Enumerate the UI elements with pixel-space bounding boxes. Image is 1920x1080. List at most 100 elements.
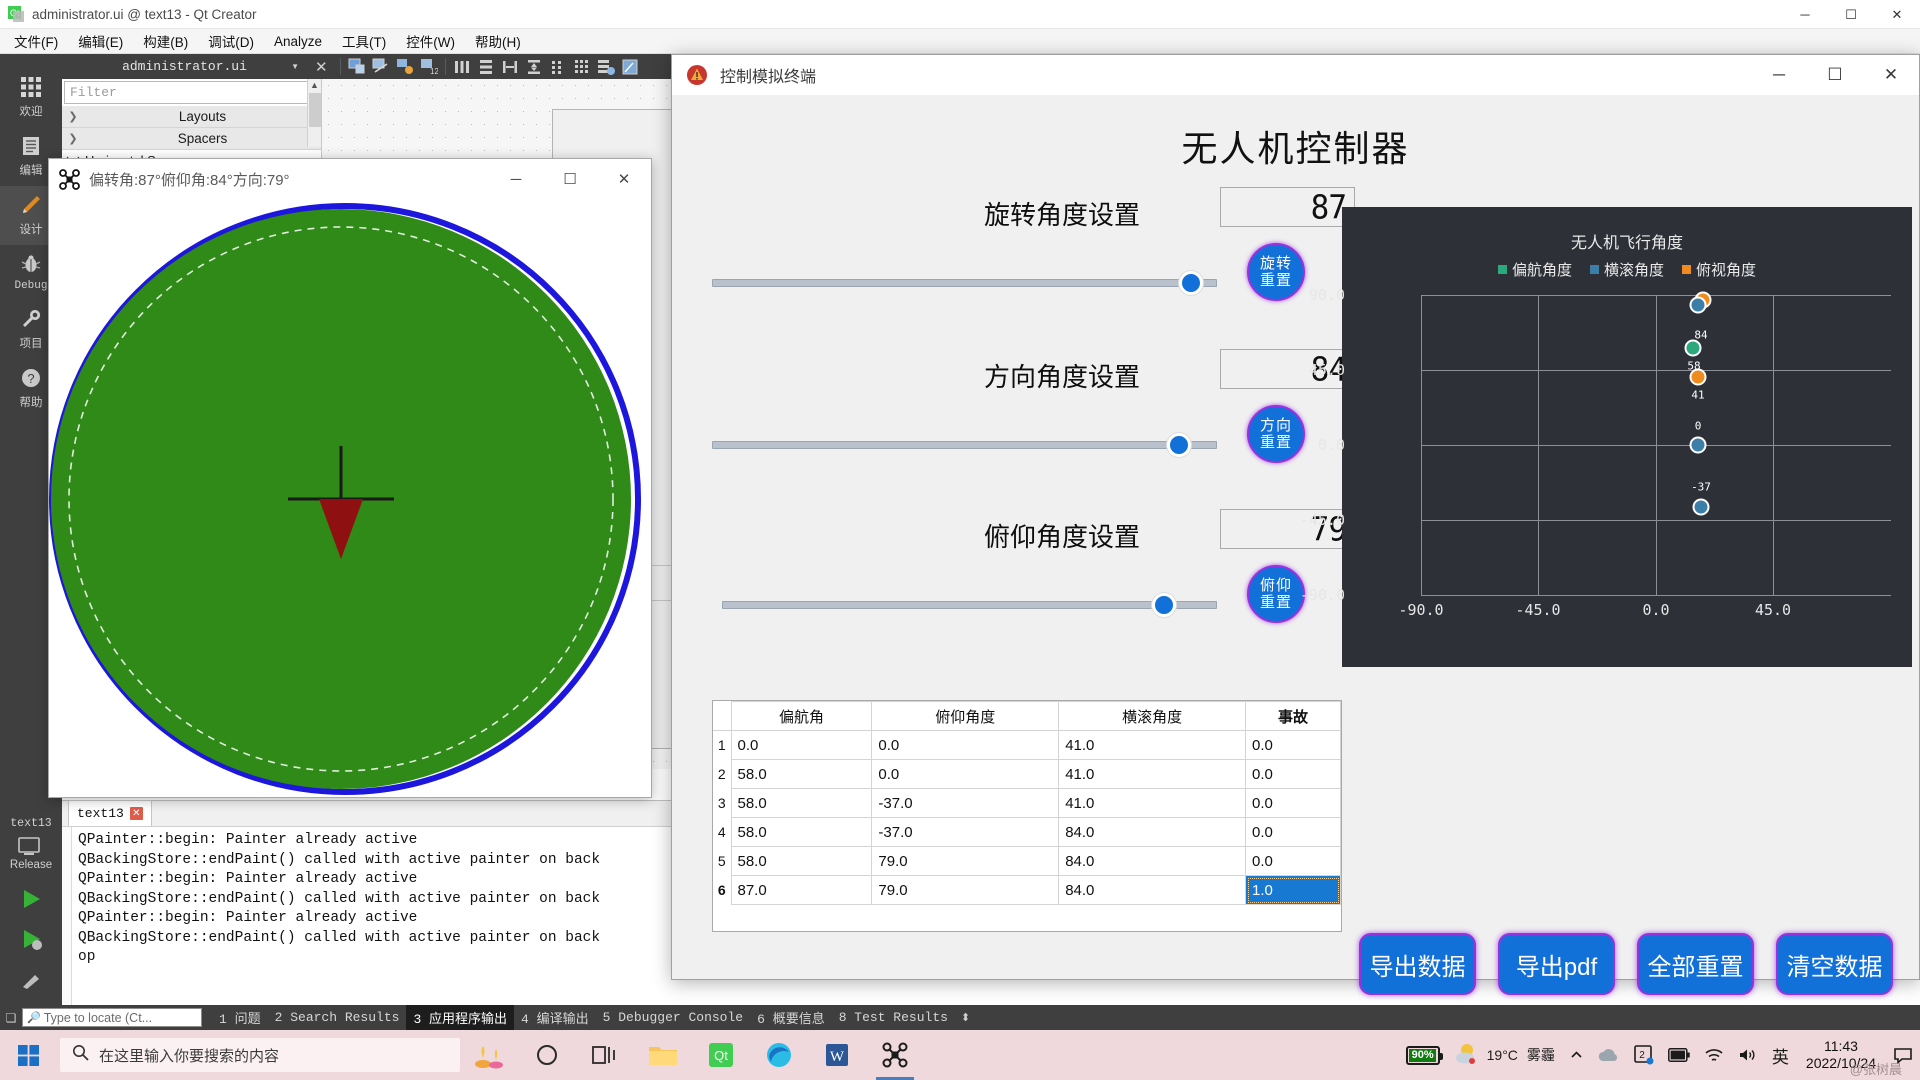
statusbar-item-summary[interactable]: 6 概要信息: [750, 1005, 832, 1030]
battery-indicator[interactable]: 90%: [1399, 1045, 1447, 1065]
data-point-roll-neg37[interactable]: [1692, 498, 1710, 516]
qt-minimize-button[interactable]: ─: [1782, 0, 1828, 29]
cell-accident-selected[interactable]: 1.0: [1245, 875, 1341, 905]
cell-pitch[interactable]: -37.0: [871, 817, 1060, 847]
menu-tools[interactable]: 工具(T): [332, 28, 396, 54]
build-button[interactable]: [0, 959, 62, 999]
menu-debug[interactable]: 调试(D): [198, 28, 264, 54]
debug-run-button[interactable]: [0, 919, 62, 959]
taskbar-app-diwali[interactable]: [460, 1030, 518, 1080]
onedrive-icon[interactable]: [1591, 1047, 1627, 1063]
taskbar-app-word[interactable]: W: [808, 1030, 866, 1080]
close-document-icon[interactable]: ✕: [307, 58, 336, 76]
locator-input[interactable]: 🔎 Type to locate (Ct...: [22, 1008, 202, 1027]
menu-build[interactable]: 构建(B): [133, 28, 198, 54]
legend-item-pitch[interactable]: 俯视角度: [1682, 259, 1756, 280]
legend-item-yaw[interactable]: 偏航角度: [1497, 259, 1572, 280]
statusbar-item-app-output[interactable]: 3 应用程序输出: [406, 1005, 515, 1030]
pitch-slider-handle[interactable]: [1152, 593, 1176, 617]
edit-buddies-icon[interactable]: [394, 56, 416, 78]
widget-box-scrollbar[interactable]: ▲: [307, 79, 321, 147]
run-project-label[interactable]: text13: [0, 814, 62, 833]
mode-welcome[interactable]: 欢迎: [0, 68, 62, 127]
cell-pitch[interactable]: 79.0: [871, 846, 1060, 876]
sidebar-toggle-icon[interactable]: ❏: [0, 1011, 22, 1025]
layout-splitter-v-icon[interactable]: [523, 56, 545, 78]
table-header-accident[interactable]: 事故: [1245, 701, 1341, 731]
taskbar-app-cortana[interactable]: [518, 1030, 576, 1080]
taskbar-app-drone[interactable]: [866, 1030, 924, 1080]
table-row[interactable]: 2 58.0 0.0 41.0 0.0: [713, 759, 1341, 789]
table-row[interactable]: 1 0.0 0.0 41.0 0.0: [713, 730, 1341, 760]
layout-form-icon[interactable]: [547, 56, 569, 78]
statusbar-item-test-results[interactable]: 8 Test Results: [832, 1007, 955, 1028]
menu-edit[interactable]: 编辑(E): [68, 28, 133, 54]
table-header-pitch[interactable]: 俯仰角度: [871, 701, 1060, 731]
drone-minimize-button[interactable]: ─: [489, 159, 543, 199]
direction-reset-button[interactable]: 方向 重置: [1247, 405, 1305, 463]
cell-roll[interactable]: 84.0: [1058, 875, 1247, 905]
control-minimize-button[interactable]: ─: [1751, 55, 1807, 95]
cell-roll[interactable]: 41.0: [1058, 759, 1247, 789]
table-row[interactable]: 6 87.0 79.0 84.0 1.0: [713, 875, 1341, 905]
cell-pitch[interactable]: -37.0: [871, 788, 1060, 818]
rotation-reset-button[interactable]: 旋转 重置: [1247, 243, 1305, 301]
rotation-slider-handle[interactable]: [1179, 271, 1203, 295]
clear-data-button[interactable]: 清空数据: [1776, 933, 1893, 995]
cell-accident[interactable]: 0.0: [1245, 817, 1341, 847]
adjust-size-icon[interactable]: [619, 56, 641, 78]
desktop-kit-icon[interactable]: [0, 833, 62, 857]
battery-small-icon[interactable]: [1661, 1048, 1697, 1062]
menu-file[interactable]: 文件(F): [4, 28, 68, 54]
menu-help[interactable]: 帮助(H): [465, 28, 531, 54]
cell-accident[interactable]: 0.0: [1245, 759, 1341, 789]
taskbar-app-qt-creator[interactable]: Qt: [692, 1030, 750, 1080]
cell-pitch[interactable]: 79.0: [871, 875, 1060, 905]
control-maximize-button[interactable]: ☐: [1807, 55, 1863, 95]
weather-widget[interactable]: 19°C 雾霾: [1447, 1042, 1562, 1069]
qt-maximize-button[interactable]: ☐: [1828, 0, 1874, 29]
sync-icon[interactable]: 2: [1627, 1045, 1661, 1065]
cell-accident[interactable]: 0.0: [1245, 788, 1341, 818]
cell-roll[interactable]: 84.0: [1058, 817, 1247, 847]
cell-yaw[interactable]: 87.0: [730, 875, 873, 905]
output-tab-text13[interactable]: text13 ✕: [68, 800, 152, 826]
cell-accident[interactable]: 0.0: [1245, 846, 1341, 876]
export-pdf-button[interactable]: 导出pdf: [1498, 933, 1615, 995]
cell-roll[interactable]: 41.0: [1058, 730, 1247, 760]
legend-item-roll[interactable]: 横滚角度: [1589, 259, 1664, 280]
cell-yaw[interactable]: 0.0: [730, 730, 873, 760]
run-button[interactable]: [0, 879, 62, 919]
wifi-icon[interactable]: [1697, 1047, 1731, 1063]
statusbar-expand-icon[interactable]: ⬍: [955, 1011, 976, 1024]
statusbar-item-search-results[interactable]: 2 Search Results: [268, 1007, 407, 1028]
taskbar-search-input[interactable]: 在这里输入你要搜索的内容: [60, 1038, 460, 1072]
direction-slider-groove[interactable]: [712, 441, 1217, 449]
layout-splitter-h-icon[interactable]: [499, 56, 521, 78]
table-row[interactable]: 4 58.0 -37.0 84.0 0.0: [713, 817, 1341, 847]
drone-close-button[interactable]: ✕: [597, 159, 651, 199]
cell-yaw[interactable]: 58.0: [730, 817, 873, 847]
pitch-reset-button[interactable]: 俯仰 重置: [1247, 565, 1305, 623]
tray-expand-button[interactable]: [1562, 1048, 1591, 1063]
cell-accident[interactable]: 0.0: [1245, 730, 1341, 760]
export-data-button[interactable]: 导出数据: [1359, 933, 1476, 995]
table-header-yaw[interactable]: 偏航角: [730, 701, 873, 731]
drone-maximize-button[interactable]: ☐: [543, 159, 597, 199]
data-point-roll-0[interactable]: [1689, 436, 1707, 454]
cell-yaw[interactable]: 58.0: [730, 846, 873, 876]
start-button[interactable]: [0, 1030, 58, 1080]
menu-widgets[interactable]: 控件(W): [396, 28, 465, 54]
statusbar-item-problems[interactable]: 1 问题: [212, 1005, 268, 1030]
break-layout-icon[interactable]: [595, 56, 617, 78]
volume-icon[interactable]: [1731, 1047, 1765, 1063]
ime-indicator[interactable]: 英: [1765, 1043, 1796, 1068]
table-row[interactable]: 5 58.0 79.0 84.0 0.0: [713, 846, 1341, 876]
widget-filter-input[interactable]: Filter: [64, 81, 319, 104]
edit-widgets-icon[interactable]: [346, 56, 368, 78]
taskbar-app-edge[interactable]: [750, 1030, 808, 1080]
layout-horizontal-icon[interactable]: [451, 56, 473, 78]
widget-group-spacers[interactable]: ❯ Spacers: [62, 128, 321, 150]
statusbar-item-compile-output[interactable]: 4 编译输出: [514, 1005, 596, 1030]
taskbar-app-explorer[interactable]: [634, 1030, 692, 1080]
